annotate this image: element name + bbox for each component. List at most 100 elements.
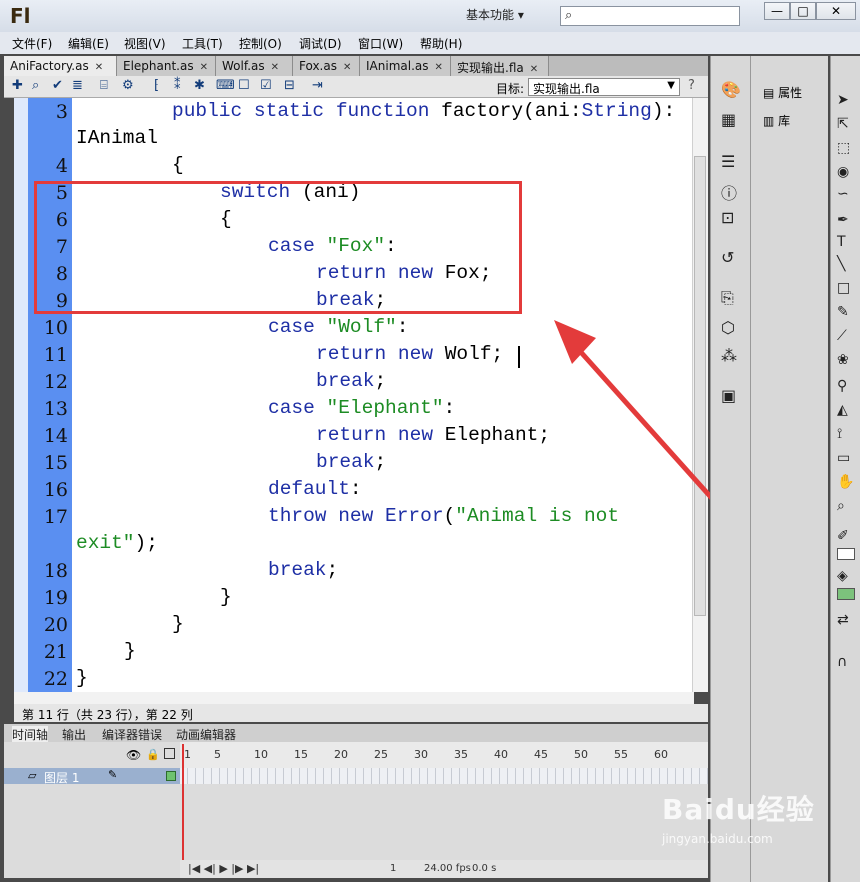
code-token: :: [396, 316, 409, 338]
menu-debug[interactable]: 调试(D): [299, 35, 342, 52]
horizontal-scrollbar[interactable]: [14, 692, 694, 704]
breakpoint-strip[interactable]: [14, 98, 28, 692]
code-hint-icon[interactable]: ⌸: [100, 78, 108, 93]
line-tool-icon[interactable]: ╲: [837, 256, 845, 272]
code-snippets-icon[interactable]: ⎘: [721, 288, 734, 308]
code-snippets-icon[interactable]: ⇥: [312, 78, 323, 93]
collapse-selection-icon[interactable]: ⁑: [174, 78, 181, 93]
frame-ruler[interactable]: 1 5 10 15 20 25 30 35 40 45 50 55 60: [180, 742, 708, 768]
close-icon[interactable]: ✕: [95, 62, 103, 73]
lasso-icon[interactable]: ∽: [837, 186, 849, 202]
menu-help[interactable]: 帮助(H): [420, 35, 462, 52]
tab-anifactory[interactable]: AniFactory.as ✕: [4, 56, 117, 76]
minimize-button[interactable]: —: [764, 2, 790, 20]
tab-timeline[interactable]: 时间轴: [12, 726, 49, 743]
menu-tools[interactable]: 工具(T): [182, 35, 223, 52]
swatches-icon[interactable]: ▦: [721, 110, 736, 129]
library-tab[interactable]: ▥ 库: [763, 112, 790, 129]
brush-tool-icon[interactable]: ⟋: [837, 328, 847, 344]
motion-presets-icon[interactable]: ⁂: [721, 346, 737, 365]
add-item-icon[interactable]: ✚: [12, 78, 23, 93]
uncomment-icon[interactable]: ☑: [260, 78, 272, 93]
tab-ianimal[interactable]: IAnimal.as ✕: [360, 56, 451, 76]
fill-swatch[interactable]: [837, 588, 855, 600]
menu-control[interactable]: 控制(O): [239, 35, 282, 52]
workspace-switcher[interactable]: 基本功能 ▾: [466, 6, 544, 26]
playback-icon[interactable]: |◀ ◀| ▶ |▶ ▶|: [188, 862, 259, 875]
debug-options-icon[interactable]: ⚙: [122, 78, 134, 93]
tab-wolf[interactable]: Wolf.as ✕: [216, 56, 293, 76]
help-icon[interactable]: ?: [688, 78, 695, 93]
subselection-tool-icon[interactable]: ⇱: [837, 116, 849, 132]
snap-magnet-icon[interactable]: ∩: [837, 654, 847, 670]
lock-icon[interactable]: 🔒: [146, 748, 160, 761]
pen-tool-icon[interactable]: ✒: [837, 212, 849, 228]
close-icon[interactable]: ✕: [343, 62, 351, 73]
close-button[interactable]: ✕: [816, 2, 856, 20]
tab-label: 实现输出.fla: [457, 61, 524, 75]
menu-view[interactable]: 视图(V): [124, 35, 166, 52]
menu-edit[interactable]: 编辑(E): [68, 35, 109, 52]
close-icon[interactable]: ✕: [200, 62, 208, 73]
tab-motion-editor[interactable]: 动画编辑器: [176, 726, 236, 743]
find-icon[interactable]: ⌕: [32, 78, 39, 93]
line-number: 12: [43, 371, 68, 393]
check-syntax-icon[interactable]: ✔: [52, 78, 63, 93]
selection-tool-icon[interactable]: ➤: [837, 92, 849, 108]
layer-frames[interactable]: [180, 768, 708, 784]
hand-tool-icon[interactable]: ✋: [837, 474, 854, 490]
block-comment-icon[interactable]: ⌨: [216, 78, 235, 93]
target-label: 目标:: [496, 82, 525, 96]
maximize-button[interactable]: □: [790, 2, 816, 20]
fill-color-icon[interactable]: ◈: [837, 568, 848, 584]
line-number: 18: [43, 560, 68, 582]
collapse-between-icon[interactable]: ⁅: [154, 78, 159, 93]
eraser-icon[interactable]: ▭: [837, 450, 850, 466]
toggle-toolbox-icon[interactable]: ⊟: [284, 78, 295, 93]
scene-icon[interactable]: ▣: [721, 386, 736, 405]
target-select[interactable]: 实现输出.fla ▼: [528, 78, 680, 96]
3d-rotation-icon[interactable]: ◉: [837, 164, 849, 180]
eyedropper-icon[interactable]: ⟟: [837, 426, 842, 442]
components-icon[interactable]: ⬡: [721, 318, 735, 337]
swap-colors-icon[interactable]: ⇄: [837, 612, 849, 628]
deco-tool-icon[interactable]: ❀: [837, 352, 849, 368]
zoom-tool-icon[interactable]: ⌕: [837, 498, 845, 514]
menu-file[interactable]: 文件(F): [12, 35, 52, 52]
library-label: 库: [778, 114, 791, 128]
help-search-input[interactable]: ⌕: [560, 6, 740, 26]
tab-fla[interactable]: 实现输出.fla ✕: [451, 56, 549, 76]
rectangle-tool-icon[interactable]: □: [837, 280, 850, 296]
eye-icon[interactable]: 👁: [126, 748, 141, 762]
stroke-swatch[interactable]: [837, 548, 855, 560]
pencil-tool-icon[interactable]: ✎: [837, 304, 849, 320]
menu-window[interactable]: 窗口(W): [358, 35, 403, 52]
code-token: return new: [316, 343, 445, 365]
expand-all-icon[interactable]: ✱: [194, 78, 205, 93]
tab-output[interactable]: 输出: [62, 726, 86, 743]
outline-icon[interactable]: [164, 748, 175, 759]
history-icon[interactable]: ↺: [721, 248, 734, 267]
properties-tab[interactable]: ▤ 属性: [763, 84, 802, 101]
transform-icon[interactable]: ⊡: [721, 208, 734, 227]
close-icon[interactable]: ✕: [271, 62, 279, 73]
text-tool-icon[interactable]: T: [837, 234, 846, 250]
auto-format-icon[interactable]: ≣: [72, 78, 83, 93]
bone-tool-icon[interactable]: ⚲: [837, 378, 847, 394]
stroke-color-icon[interactable]: ✐: [837, 528, 849, 544]
line-comment-icon[interactable]: ☐: [238, 78, 250, 93]
align-icon[interactable]: ☰: [721, 152, 735, 171]
info-icon[interactable]: ⓘ: [721, 180, 737, 204]
tab-elephant[interactable]: Elephant.as ✕: [117, 56, 216, 76]
tab-fox[interactable]: Fox.as ✕: [293, 56, 360, 76]
tab-compiler-errors[interactable]: 编译器错误: [102, 726, 162, 743]
layer-row[interactable]: ▱ 图层 1 ✎: [4, 768, 180, 785]
color-palette-icon[interactable]: 🎨: [721, 80, 741, 99]
playhead[interactable]: [182, 744, 184, 878]
close-icon[interactable]: ✕: [434, 62, 442, 73]
close-icon[interactable]: ✕: [530, 64, 538, 75]
layer-color-swatch[interactable]: [166, 771, 176, 781]
tab-label: Fox.as: [299, 59, 337, 73]
free-transform-icon[interactable]: ⬚: [837, 140, 850, 156]
paint-bucket-icon[interactable]: ◭: [837, 402, 848, 418]
